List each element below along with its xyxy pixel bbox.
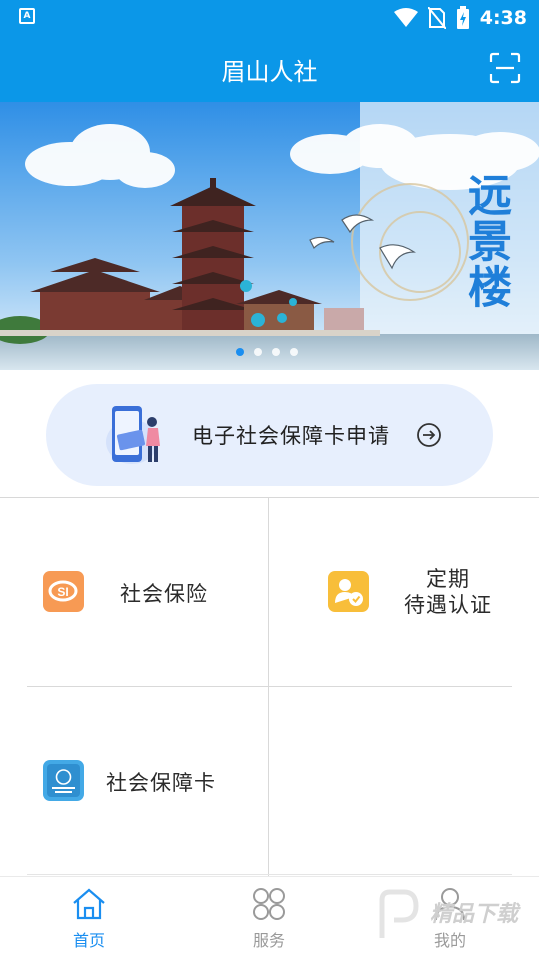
banner-caption-char: 楼 [460, 264, 511, 310]
service-label: 社会保险 [120, 582, 208, 606]
phone-card-illustration-icon [106, 406, 160, 464]
scan-icon[interactable] [489, 52, 521, 84]
service-social-insurance[interactable]: SI 社会保险 [27, 498, 268, 686]
home-icon [73, 888, 105, 920]
banner-caption: 远景楼 [457, 172, 513, 310]
svg-text:SI: SI [57, 585, 68, 599]
service-label-line: 待遇认证 [404, 593, 492, 617]
apply-card-label: 电子社会保障卡申请 [192, 424, 390, 448]
no-sim-icon [427, 7, 446, 29]
wifi-icon [393, 8, 418, 27]
watermark-logo-icon [379, 889, 419, 938]
carousel-dot[interactable] [236, 348, 244, 356]
grid-services-icon [253, 888, 285, 920]
banner-caption-char: 远 [460, 172, 511, 218]
carousel-dot[interactable] [272, 348, 280, 356]
banner-caption-char: 景 [460, 218, 511, 264]
notification-icon: A [19, 8, 35, 24]
tab-label: 首页 [72, 931, 105, 950]
service-label: 定期 待遇认证 [388, 566, 508, 618]
service-benefit-certification[interactable]: 定期 待遇认证 [269, 498, 512, 686]
carousel-indicator[interactable] [236, 348, 298, 356]
tab-services[interactable]: 服务 [229, 887, 309, 951]
watermark-text: 精品下载 [430, 902, 519, 927]
carousel-dot[interactable] [254, 348, 262, 356]
carousel-dot[interactable] [290, 348, 298, 356]
watermark: 精品下载 [374, 884, 539, 952]
app-header: A 4:38 眉山人社 [0, 0, 539, 102]
service-social-security-card[interactable]: 社会保障卡 [27, 687, 268, 874]
social-security-card-icon [43, 760, 84, 801]
social-insurance-icon: SI [43, 571, 84, 612]
status-bar: A 4:38 [0, 0, 539, 36]
tab-label: 服务 [252, 931, 285, 950]
benefit-certification-icon [328, 571, 369, 612]
service-label: 社会保障卡 [106, 771, 216, 795]
arrow-right-circle-icon [417, 423, 441, 447]
grid-divider [27, 874, 512, 875]
service-label-line: 定期 [426, 567, 470, 591]
banner-carousel[interactable]: 远景楼 [0, 102, 539, 370]
tab-home[interactable]: 首页 [49, 887, 129, 951]
battery-charging-icon [456, 6, 469, 29]
status-time: 4:38 [479, 7, 527, 29]
page-title: 眉山人社 [221, 58, 318, 86]
e-social-security-card-apply-button[interactable]: 电子社会保障卡申请 [46, 384, 493, 486]
status-right: 4:38 [393, 5, 527, 31]
